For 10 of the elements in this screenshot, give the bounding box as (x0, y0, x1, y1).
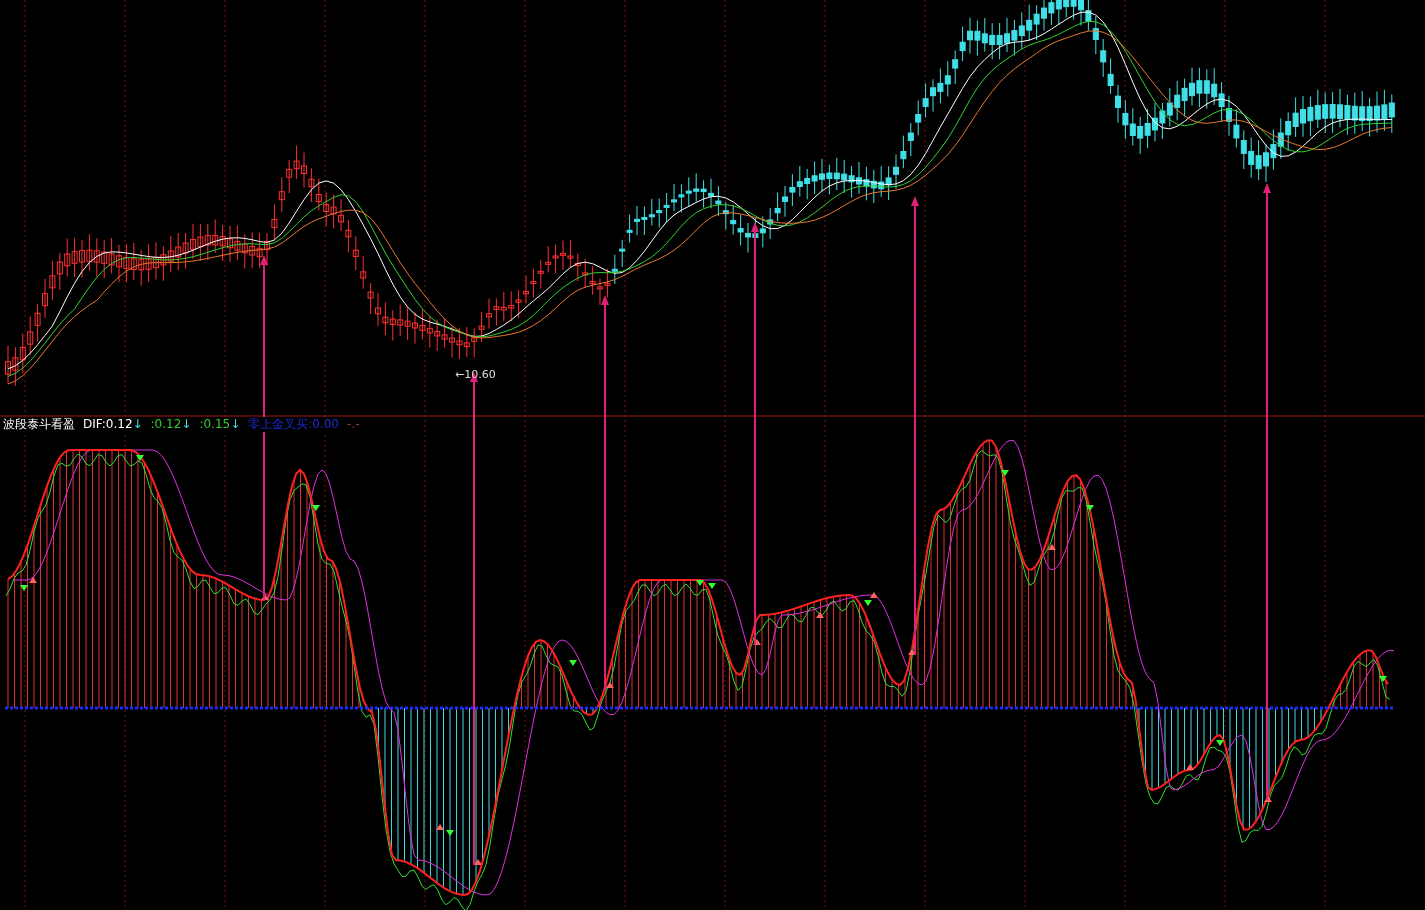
price-low-label: ←10.60 (455, 367, 496, 383)
indicator-value: :0.12 (150, 417, 182, 432)
trend-arrow-icon: ↓ (230, 417, 241, 432)
indicator-value: -.- (347, 417, 360, 432)
trend-arrow-icon: ↓ (132, 417, 143, 432)
indicator-value: 零上金叉买:0.00 (248, 417, 339, 432)
indicator-name: 波段泰斗看盈 (3, 417, 75, 432)
indicator-value: DIF:0.12 (83, 417, 133, 432)
trend-arrow-icon: ↓ (181, 417, 192, 432)
indicator-value: :0.15 (199, 417, 231, 432)
